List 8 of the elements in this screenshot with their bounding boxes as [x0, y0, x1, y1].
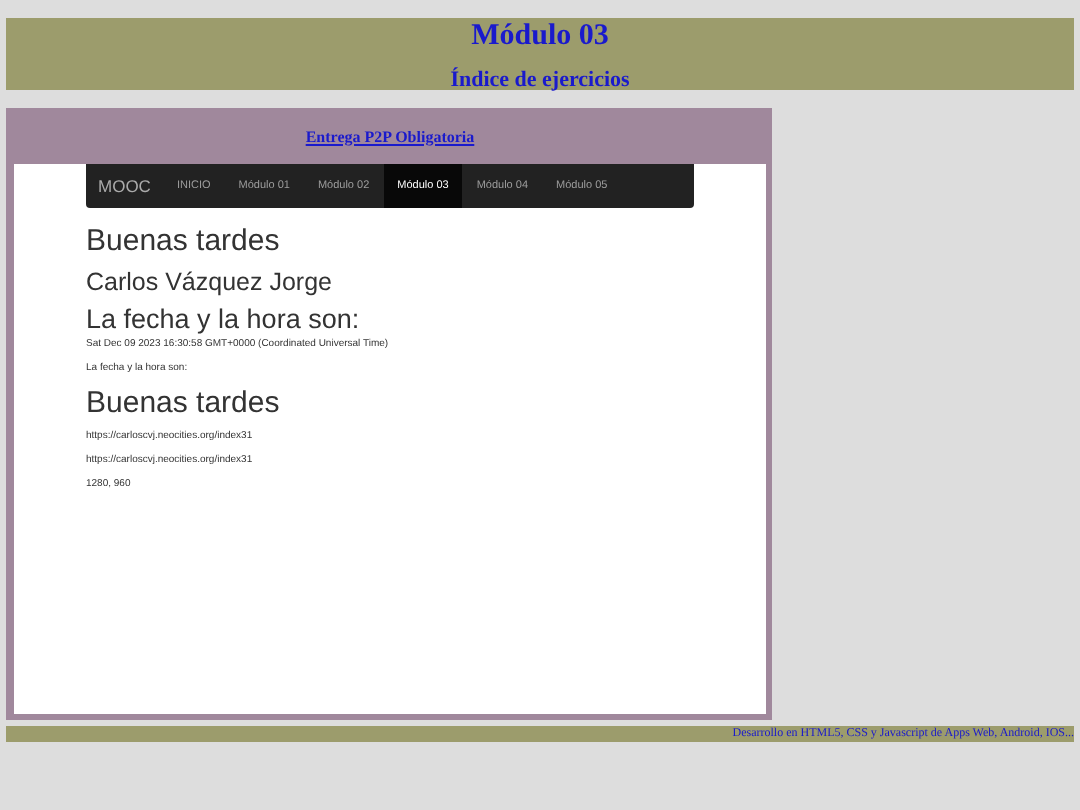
heading: La fecha y la hora son:: [86, 304, 362, 336]
heading: Buenas tardes: [86, 386, 282, 422]
navbar-brand[interactable]: MOOC: [86, 164, 163, 208]
assignment-link[interactable]: Entrega P2P Obligatoria: [305, 127, 475, 145]
page-subtitle: Índice de ejercicios: [450, 65, 630, 92]
page-title: Módulo 03: [471, 18, 609, 52]
heading: Carlos Vázquez Jorge: [86, 268, 334, 298]
heading: Buenas tardes: [86, 224, 282, 260]
